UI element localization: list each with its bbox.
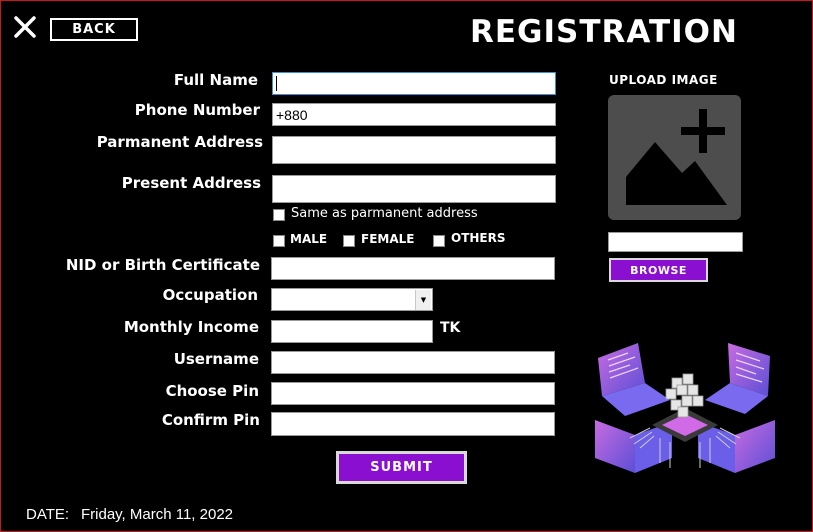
- same-as-permanent-checkbox[interactable]: [273, 209, 285, 221]
- full-name-input[interactable]: [272, 72, 556, 95]
- phone-number-value: +880: [276, 106, 308, 123]
- image-path-input[interactable]: [608, 232, 743, 252]
- upload-image-label: UPLOAD IMAGE: [609, 73, 718, 87]
- full-name-label: Full Name: [173, 71, 258, 89]
- username-input[interactable]: [271, 351, 555, 374]
- currency-unit-label: TK: [440, 320, 461, 336]
- choose-pin-label: Choose Pin: [165, 382, 259, 400]
- image-preview[interactable]: [608, 95, 741, 220]
- add-image-icon: [626, 109, 727, 205]
- close-icon[interactable]: [12, 14, 38, 40]
- choose-pin-input[interactable]: [271, 382, 555, 405]
- same-as-permanent-label: Same as parmanent address: [291, 206, 478, 221]
- permanent-address-input[interactable]: [272, 136, 556, 164]
- text-caret: [276, 76, 277, 91]
- present-address-input[interactable]: [272, 175, 556, 203]
- page-title: REGISTRATION: [470, 14, 738, 50]
- others-label: OTHERS: [451, 231, 506, 245]
- date-label: DATE:: [26, 506, 70, 523]
- permanent-address-label: Parmanent Address: [96, 133, 263, 151]
- back-button[interactable]: BACK: [50, 18, 138, 41]
- chevron-down-icon[interactable]: ▼: [415, 290, 431, 310]
- username-label: Username: [173, 350, 259, 368]
- confirm-pin-input[interactable]: [271, 412, 555, 436]
- female-checkbox[interactable]: [343, 235, 355, 247]
- date-value: Friday, March 11, 2022: [81, 506, 234, 523]
- male-label: MALE: [290, 232, 328, 246]
- male-checkbox[interactable]: [273, 235, 285, 247]
- phone-number-label: Phone Number: [134, 101, 260, 119]
- present-address-label: Present Address: [121, 174, 261, 192]
- occupation-select[interactable]: ▼: [271, 288, 433, 311]
- submit-button[interactable]: SUBMIT: [336, 451, 467, 484]
- occupation-label: Occupation: [162, 286, 258, 304]
- nid-label: NID or Birth Certificate: [65, 256, 260, 274]
- monthly-income-label: Monthly Income: [123, 318, 259, 336]
- monthly-income-input[interactable]: [271, 320, 433, 343]
- female-label: FEMALE: [361, 232, 415, 246]
- network-illustration: [595, 343, 775, 473]
- confirm-pin-label: Confirm Pin: [161, 411, 260, 429]
- nid-input[interactable]: [271, 257, 555, 280]
- browse-button[interactable]: BROWSE: [609, 258, 708, 282]
- phone-number-input[interactable]: +880: [272, 103, 556, 126]
- others-checkbox[interactable]: [433, 235, 445, 247]
